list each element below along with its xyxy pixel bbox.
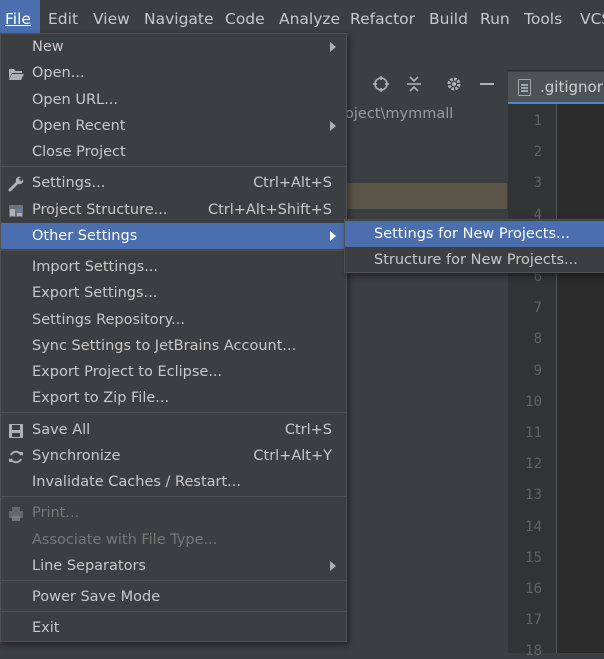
menu-item-settings-new-projects[interactable]: Settings for New Projects... <box>345 221 604 247</box>
menu-item-export-eclipse[interactable]: Export Project to Eclipse... <box>1 359 346 385</box>
line-number: 17 <box>525 612 542 629</box>
editor-tab[interactable]: .gitignor <box>508 72 604 104</box>
editor-tab-label: .gitignor <box>540 78 603 96</box>
menu-separator <box>1 166 346 167</box>
menu-item-close-project[interactable]: Close Project <box>1 139 346 165</box>
minimize-icon[interactable] <box>475 75 499 99</box>
chevron-right-icon <box>330 42 336 52</box>
file-menu: New Open... Open URL... Open Recent Clos… <box>0 33 347 642</box>
menu-separator <box>1 250 346 251</box>
chevron-right-icon <box>330 121 336 131</box>
line-number: 14 <box>525 518 542 535</box>
menu-vcs[interactable]: VCS <box>580 0 604 38</box>
menu-item-open-url[interactable]: Open URL... <box>1 87 346 113</box>
line-number: 9 <box>533 362 542 379</box>
collapse-all-icon[interactable] <box>402 75 426 99</box>
line-number: 8 <box>533 331 542 348</box>
menu-item-open-recent[interactable]: Open Recent <box>1 113 346 139</box>
gear-icon[interactable] <box>442 75 466 99</box>
menu-item-print: Print... <box>1 500 346 526</box>
menu-item-other-settings[interactable]: Other Settings <box>1 223 346 249</box>
locate-icon[interactable] <box>369 75 393 99</box>
menu-item-settings[interactable]: Settings... Ctrl+Alt+S <box>1 170 346 196</box>
line-number-gutter: 123456789101112131415161718 <box>508 104 556 659</box>
menu-tools[interactable]: Tools <box>524 0 562 38</box>
menu-item-new[interactable]: New <box>1 34 346 60</box>
code-editor[interactable] <box>556 104 604 653</box>
menu-item-sync-settings[interactable]: Sync Settings to JetBrains Account... <box>1 333 346 359</box>
line-number: 1 <box>533 113 542 129</box>
menu-separator <box>1 412 346 413</box>
other-settings-submenu: Settings for New Projects... Structure f… <box>344 219 604 273</box>
menu-item-export-zip[interactable]: Export to Zip File... <box>1 385 346 411</box>
project-selected-row <box>345 183 507 209</box>
menu-item-power-save[interactable]: Power Save Mode <box>1 584 346 610</box>
file-icon <box>518 79 531 96</box>
menu-run[interactable]: Run <box>480 0 510 38</box>
menu-separator <box>1 611 346 612</box>
menu-item-synchronize[interactable]: Synchronize Ctrl+Alt+Y <box>1 443 346 469</box>
folder-icon <box>8 65 25 81</box>
chevron-right-icon <box>330 231 336 241</box>
menu-item-save-all[interactable]: Save All Ctrl+S <box>1 417 346 443</box>
menu-item-invalidate-caches[interactable]: Invalidate Caches / Restart... <box>1 469 346 495</box>
line-number: 13 <box>525 487 542 504</box>
line-number: 11 <box>525 425 542 441</box>
line-number: 18 <box>525 643 542 659</box>
line-number: 16 <box>525 581 542 597</box>
printer-icon <box>8 505 25 521</box>
line-number: 15 <box>525 549 542 566</box>
menu-item-open[interactable]: Open... <box>1 60 346 86</box>
wrench-icon <box>8 175 25 192</box>
sync-icon <box>8 448 25 464</box>
save-icon <box>8 422 25 438</box>
menu-item-import-settings[interactable]: Import Settings... <box>1 254 346 280</box>
menu-item-associate-file-type: Associate with File Type... <box>32 532 218 548</box>
menu-item-project-structure[interactable]: Project Structure... Ctrl+Alt+Shift+S <box>1 197 346 223</box>
menu-build[interactable]: Build <box>429 0 468 38</box>
project-path: oject\mymmall <box>345 106 454 122</box>
menu-item-settings-repository[interactable]: Settings Repository... <box>1 307 346 333</box>
line-number: 3 <box>533 175 542 192</box>
project-panel-header <box>345 72 507 102</box>
menu-separator <box>1 580 346 581</box>
menu-separator <box>1 496 346 497</box>
menu-item-exit[interactable]: Exit <box>1 615 346 641</box>
project-structure-icon <box>8 202 25 218</box>
menu-item-export-settings[interactable]: Export Settings... <box>1 280 346 306</box>
menu-item-structure-new-projects[interactable]: Structure for New Projects... <box>345 247 604 273</box>
line-number: 7 <box>533 300 542 317</box>
line-number: 12 <box>525 456 542 473</box>
chevron-right-icon <box>330 561 336 571</box>
line-number: 2 <box>533 144 542 161</box>
line-number: 10 <box>525 393 542 410</box>
menu-refactor[interactable]: Refactor <box>350 0 415 38</box>
menu-item-line-separators[interactable]: Line Separators <box>1 553 346 579</box>
